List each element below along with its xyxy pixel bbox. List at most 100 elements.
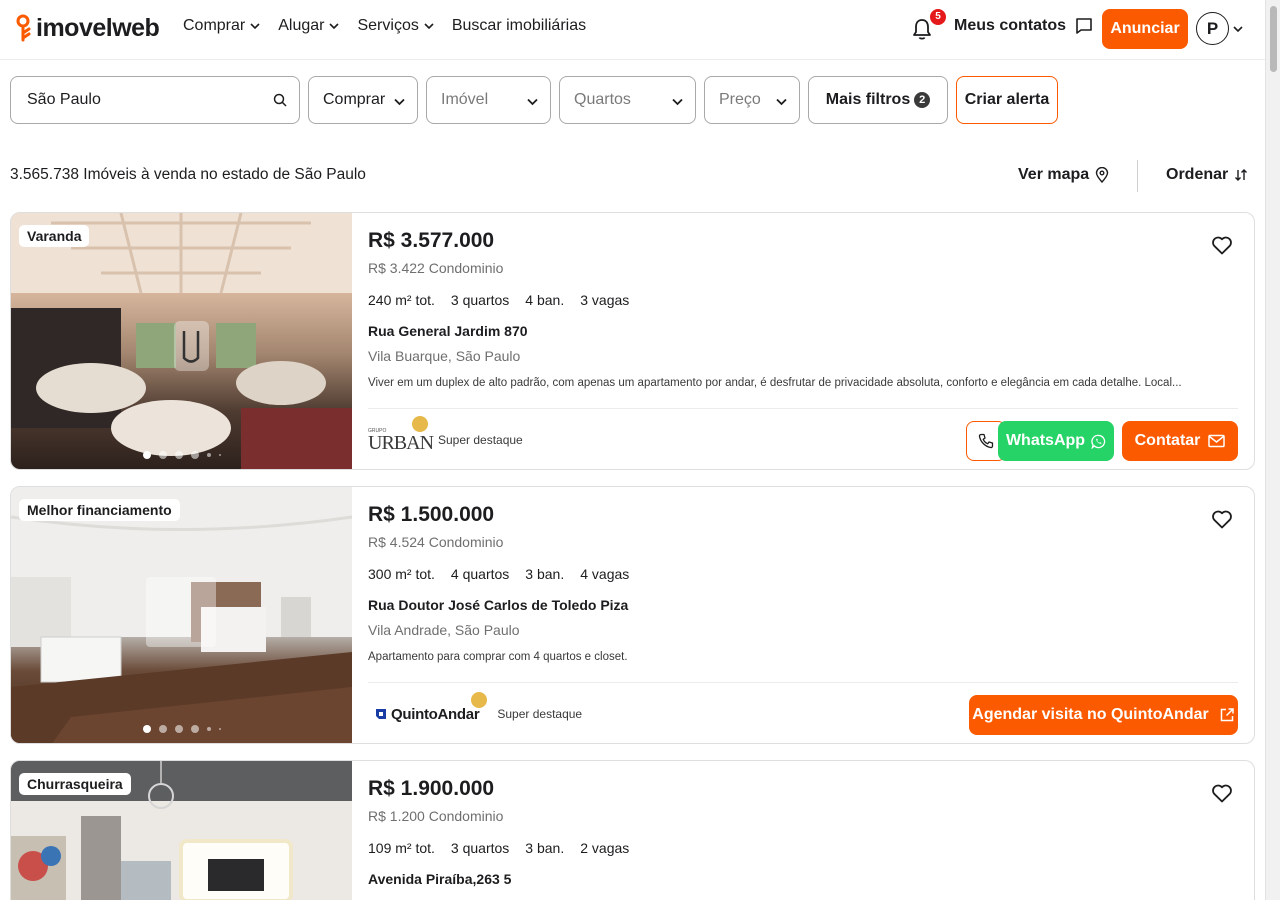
heart-icon[interactable] bbox=[1210, 233, 1234, 257]
carousel-dot[interactable] bbox=[191, 451, 199, 459]
scrollbar-thumb[interactable] bbox=[1270, 6, 1277, 72]
chevron-down-icon bbox=[250, 23, 260, 30]
more-filters-button[interactable]: Mais filtros 2 bbox=[808, 76, 948, 124]
view-map-button[interactable]: Ver mapa bbox=[1018, 166, 1109, 184]
chevron-down-icon bbox=[424, 23, 434, 30]
listing-address[interactable]: Rua Doutor José Carlos de Toledo Piza bbox=[368, 597, 628, 613]
carousel-dot[interactable] bbox=[207, 453, 211, 457]
card-divider bbox=[368, 682, 1238, 683]
nav-alugar[interactable]: Alugar bbox=[278, 17, 340, 35]
listing-card[interactable]: Churrasqueira R$ 1.900.000 R$ 1.200 Cond… bbox=[10, 760, 1255, 900]
carousel-dot[interactable] bbox=[219, 454, 221, 456]
crown-icon bbox=[412, 416, 428, 432]
feature-area: 109 m² tot. bbox=[368, 840, 435, 856]
top-header: imovelweb Comprar Alugar Serviços Buscar… bbox=[0, 0, 1265, 60]
carousel-dots[interactable] bbox=[143, 725, 221, 733]
publisher-info: GRUPO URBAN Super destaque bbox=[368, 416, 523, 462]
listing-description[interactable]: Viver em um duplex de alto padrão, com a… bbox=[368, 377, 1228, 389]
listing-condo-fee: R$ 4.524 Condominio bbox=[368, 534, 504, 550]
listing-description[interactable]: Apartamento para comprar com 4 quartos e… bbox=[368, 651, 1228, 663]
sort-icon bbox=[1235, 169, 1248, 181]
listing-photo-art bbox=[11, 487, 352, 743]
nav-comprar[interactable]: Comprar bbox=[183, 17, 260, 35]
feature-parking: 3 vagas bbox=[580, 292, 630, 308]
schedule-visit-button[interactable]: Agendar visita no QuintoAndar bbox=[969, 695, 1238, 735]
more-filters-label: Mais filtros bbox=[825, 91, 911, 108]
listing-price: R$ 1.500.000 bbox=[368, 503, 495, 526]
avatar[interactable]: P bbox=[1196, 12, 1229, 45]
chevron-down-icon bbox=[329, 23, 340, 30]
contact-button[interactable]: Contatar bbox=[1122, 421, 1238, 461]
map-pin-icon bbox=[1095, 167, 1109, 183]
whatsapp-button[interactable]: WhatsApp bbox=[998, 421, 1114, 461]
nav-label: Buscar imobiliárias bbox=[451, 17, 587, 34]
listing-features: 109 m² tot. 3 quartos 3 ban. 2 vagas bbox=[368, 840, 629, 856]
feature-rooms: 3 quartos bbox=[450, 840, 510, 856]
feature-baths: 3 ban. bbox=[525, 840, 565, 856]
sort-label: Ordenar bbox=[1166, 166, 1229, 183]
chevron-down-icon bbox=[394, 98, 405, 106]
contacts-label: Meus contatos bbox=[954, 17, 1067, 34]
price-select[interactable]: Preço bbox=[704, 76, 800, 124]
publisher-logo-text: URBAN bbox=[368, 432, 434, 454]
card-divider bbox=[368, 408, 1238, 409]
chevron-down-icon bbox=[672, 98, 683, 106]
carousel-dot[interactable] bbox=[159, 451, 167, 459]
feature-area: 300 m² tot. bbox=[368, 566, 435, 582]
listing-photo[interactable]: Melhor financiamento bbox=[11, 487, 352, 743]
carousel-dot[interactable] bbox=[191, 725, 199, 733]
rooms-select[interactable]: Quartos bbox=[559, 76, 696, 124]
divider bbox=[1137, 160, 1138, 192]
heart-icon[interactable] bbox=[1210, 507, 1234, 531]
carousel-dots[interactable] bbox=[143, 451, 221, 459]
nav-buscar-imobiliarias[interactable]: Buscar imobiliárias bbox=[452, 17, 586, 35]
nav-servicos[interactable]: Serviços bbox=[357, 17, 434, 35]
notification-badge: 5 bbox=[930, 9, 946, 25]
publisher-logo[interactable]: GRUPO URBAN bbox=[368, 416, 434, 458]
logo-text: imovelweb bbox=[36, 13, 160, 42]
feature-rooms: 4 quartos bbox=[450, 566, 510, 582]
bell-icon[interactable] bbox=[911, 17, 933, 41]
create-alert-button[interactable]: Criar alerta bbox=[956, 76, 1058, 124]
listing-condo-fee: R$ 1.200 Condominio bbox=[368, 808, 504, 824]
phone-icon bbox=[978, 433, 994, 449]
sort-button[interactable]: Ordenar bbox=[1166, 166, 1248, 184]
listing-photo[interactable]: Churrasqueira bbox=[11, 761, 352, 900]
listing-tag: Varanda bbox=[19, 225, 90, 247]
listing-address[interactable]: Rua General Jardim 870 bbox=[368, 323, 528, 339]
carousel-dot[interactable] bbox=[175, 451, 183, 459]
carousel-dot[interactable] bbox=[219, 728, 221, 730]
publisher-logo[interactable]: QuintoAndar bbox=[368, 692, 488, 732]
results-count: 3.565.738 Imóveis à venda no estado de S… bbox=[10, 166, 366, 183]
location-search-input[interactable]: São Paulo bbox=[10, 76, 300, 124]
listing-features: 300 m² tot. 4 quartos 3 ban. 4 vagas bbox=[368, 566, 629, 582]
carousel-dot[interactable] bbox=[143, 725, 151, 733]
listing-photo[interactable]: Varanda bbox=[11, 213, 352, 469]
anunciar-button[interactable]: Anunciar bbox=[1102, 9, 1188, 49]
feature-rooms: 3 quartos bbox=[450, 292, 510, 308]
listing-card[interactable]: Melhor financiamento R$ 1.500.000 R$ 4.5… bbox=[10, 486, 1255, 744]
listing-photo-art bbox=[11, 213, 352, 469]
carousel-dot[interactable] bbox=[143, 451, 151, 459]
main-nav: Comprar Alugar Serviços Buscar imobiliár… bbox=[183, 17, 604, 35]
page-scrollbar[interactable] bbox=[1265, 0, 1280, 900]
view-map-label: Ver mapa bbox=[1018, 166, 1090, 183]
my-contacts-link[interactable]: Meus contatos bbox=[954, 17, 1093, 35]
carousel-dot[interactable] bbox=[175, 725, 183, 733]
heart-icon[interactable] bbox=[1210, 781, 1234, 805]
schedule-visit-label: Agendar visita no QuintoAndar bbox=[972, 706, 1209, 723]
property-type-placeholder: Imóvel bbox=[441, 91, 489, 108]
chevron-down-icon[interactable] bbox=[1233, 24, 1243, 34]
nav-label: Alugar bbox=[278, 17, 325, 34]
property-type-select[interactable]: Imóvel bbox=[426, 76, 551, 124]
listing-location: Vila Andrade, São Paulo bbox=[368, 622, 520, 638]
listing-card[interactable]: Varanda R$ 3.577.000 R$ 3.422 Condominio… bbox=[10, 212, 1255, 470]
search-icon[interactable] bbox=[273, 93, 287, 107]
carousel-dot[interactable] bbox=[159, 725, 167, 733]
listing-condo-fee: R$ 3.422 Condominio bbox=[368, 260, 504, 276]
listing-address[interactable]: Avenida Piraíba,263 5 bbox=[368, 871, 511, 887]
site-logo[interactable]: imovelweb bbox=[16, 10, 160, 46]
carousel-dot[interactable] bbox=[207, 727, 211, 731]
operation-select[interactable]: Comprar bbox=[308, 76, 418, 124]
search-value: São Paulo bbox=[27, 91, 101, 108]
